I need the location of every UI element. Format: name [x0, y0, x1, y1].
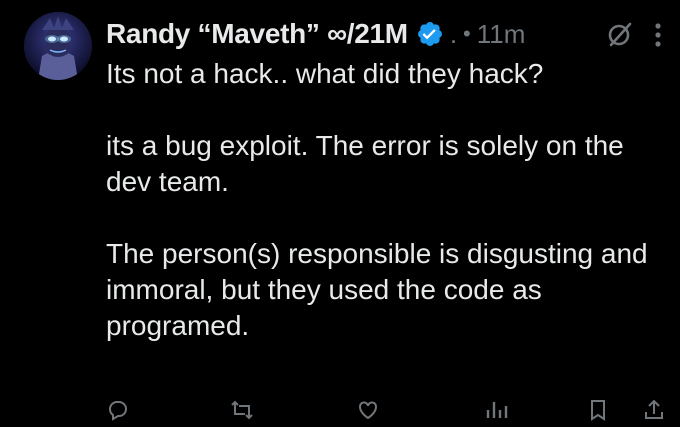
tweet-header: Randy “Maveth” ∞/21M . • 11m	[106, 14, 525, 54]
tweet-text: Its not a hack.. what did they hack? its…	[106, 56, 666, 344]
verified-badge-icon[interactable]	[416, 20, 444, 48]
share-icon[interactable]	[642, 398, 666, 422]
avatar[interactable]	[24, 12, 92, 80]
handle[interactable]: .	[450, 19, 457, 50]
views-icon[interactable]	[484, 398, 508, 422]
tweet-paragraph: Its not a hack.. what did they hack?	[106, 58, 544, 89]
timestamp[interactable]: 11m	[477, 19, 526, 50]
like-icon[interactable]	[356, 398, 380, 422]
more-icon[interactable]	[654, 22, 662, 48]
action-bar	[106, 398, 666, 422]
retweet-icon[interactable]	[230, 398, 254, 422]
separator: •	[463, 21, 471, 46]
bookmark-icon[interactable]	[586, 398, 610, 422]
display-name[interactable]: Randy “Maveth” ∞/21M	[106, 18, 408, 50]
tweet-paragraph: its a bug exploit. The error is solely o…	[106, 130, 624, 197]
tweet[interactable]: Randy “Maveth” ∞/21M . • 11m Its not a h…	[0, 0, 680, 421]
tweet-paragraph: The person(s) responsible is disgusting …	[106, 238, 648, 341]
reply-icon[interactable]	[106, 398, 130, 422]
grok-slash-icon[interactable]	[606, 20, 634, 48]
